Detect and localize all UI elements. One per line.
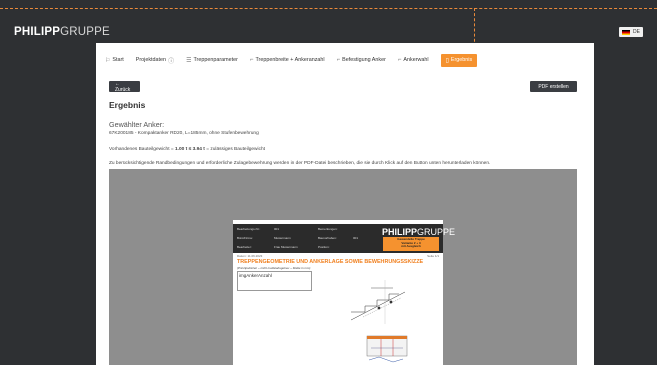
page-title: Ergebnis [109, 100, 146, 110]
tab-befestigung-anker[interactable]: ⌐ Befestigung Anker [337, 57, 386, 63]
list-icon: ☰ [186, 57, 192, 64]
stairs-icon: ⌐ [397, 57, 402, 63]
pdf-page: Bearbeitungs-Nr.: 001 Bemerkungen: Büro/… [233, 220, 455, 365]
stairs-icon: ⌐ [249, 57, 254, 63]
decorative-dashed-line [0, 8, 657, 9]
weight-line: Vorhandenes Bauteilgewicht = 1.00 t ≤ 3.… [109, 147, 265, 152]
tab-ankerwahl[interactable]: ⌐ Ankerwahl [398, 57, 429, 63]
stair-sketch-drawings [350, 280, 408, 363]
create-pdf-button[interactable]: PDF erstellen [530, 81, 577, 92]
language-code: DE [633, 29, 640, 35]
german-flag-icon [622, 29, 631, 35]
back-button[interactable]: ← Zurück [109, 81, 140, 93]
pdf-viewer[interactable]: Bearbeitungs-Nr.: 001 Bemerkungen: Büro/… [109, 169, 577, 365]
tab-projektdaten[interactable]: Projektdaten ⓘ [136, 56, 174, 65]
tab-start[interactable]: ⚐ Start [105, 57, 124, 64]
stairs-icon: ⌐ [336, 57, 341, 63]
anchor-description: 67K200185 - Kompaktanker RD20, L=185mm, … [109, 131, 259, 136]
reinforcement-sketch [368, 356, 404, 363]
main-card: ⚐ Start Projektdaten ⓘ ☰ Treppenparameter ⌐… [96, 43, 594, 365]
anchor-detail-sketch [366, 335, 408, 357]
brand-logo[interactable]: PHILIPPGRUPPE [14, 26, 110, 38]
stair-section-sketch [350, 280, 406, 324]
tab-ergebnis[interactable]: ▯ Ergebnis [440, 53, 478, 67]
info-icon: ⓘ [168, 58, 175, 65]
language-switcher[interactable]: DE [619, 27, 643, 37]
top-bar: PHILIPPGRUPPE DE [0, 22, 657, 42]
tab-treppenbreite[interactable]: ⌐ Treppenbreite + Ankeranzahl [250, 57, 325, 63]
pdf-note: Zu berücksichtigende Randbedingungen und… [109, 161, 491, 166]
flag-icon: ⚐ [105, 57, 111, 64]
tab-treppenparameter[interactable]: ☰ Treppenparameter [186, 57, 238, 64]
anchor-heading: Gewählter Anker: [109, 120, 165, 129]
document-icon: ▯ [445, 57, 449, 64]
wizard-nav: ⚐ Start Projektdaten ⓘ ☰ Treppenparameter ⌐… [105, 53, 478, 67]
